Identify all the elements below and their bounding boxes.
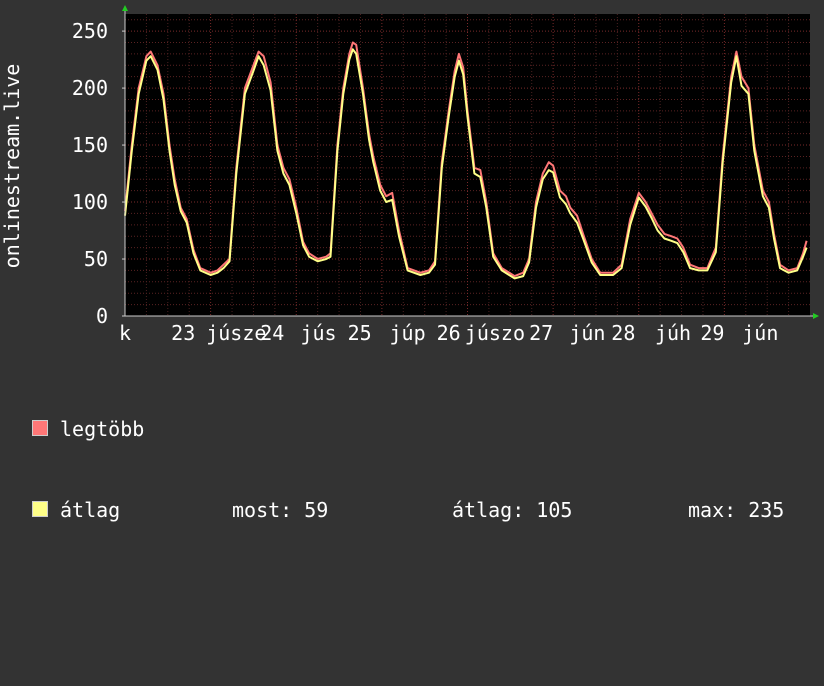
x-tick-label: k xyxy=(119,321,131,345)
stat-average: átlag: 105 xyxy=(452,498,573,522)
y-tick-label: 0 xyxy=(96,304,108,328)
chart: 0 50 100 150 200 250 k 23 júsze24 jús 25 júp 26 júsz… xyxy=(0,5,819,345)
x-tick-label: júszo xyxy=(465,321,525,345)
y-tick-label: 200 xyxy=(72,76,108,100)
x-tick-label: 24 xyxy=(260,321,284,345)
legend-label-atlag: átlag xyxy=(60,498,121,522)
x-tick-label: jús xyxy=(300,321,336,345)
y-tick-label: 150 xyxy=(72,133,108,157)
x-tick-label: 25 xyxy=(348,321,372,345)
x-axis-arrow-icon xyxy=(813,313,819,319)
x-tick-labels: k 23 júsze24 jús 25 júp 26 júszo 27 jún 28 júh 29 jún xyxy=(119,321,778,345)
x-tick-label: 27 xyxy=(529,321,553,345)
legend-swatch-atlag xyxy=(32,501,48,517)
y-axis-label: onlinestream.live xyxy=(0,64,24,269)
x-tick-label: jún xyxy=(569,321,605,345)
legend-row-atlag: átlag most: 59 átlag: 105 max: 235 xyxy=(32,497,784,524)
y-tick-label: 50 xyxy=(84,247,108,271)
x-tick-label: 23 xyxy=(171,321,195,345)
x-tick-label: 28 xyxy=(611,321,635,345)
legend: legtöbb átlag most: 59 átlag: 105 max: 2… xyxy=(32,362,784,551)
x-tick-label: 26 xyxy=(437,321,461,345)
y-tick-label: 250 xyxy=(72,19,108,43)
stat-max: max: 235 xyxy=(688,498,785,522)
x-tick-label: jún xyxy=(742,321,778,345)
x-tick-label: 29 xyxy=(700,321,724,345)
y-tick-label: 100 xyxy=(72,190,108,214)
legend-swatch-legtobb xyxy=(32,420,48,436)
x-tick-label: júp xyxy=(390,321,426,345)
y-axis-arrow-icon xyxy=(122,5,128,11)
x-tick-label: júh xyxy=(655,321,691,345)
stat-current: most: 59 xyxy=(232,498,329,522)
y-tick-labels: 0 50 100 150 200 250 xyxy=(72,19,125,328)
x-tick-label: júsze xyxy=(206,321,266,345)
